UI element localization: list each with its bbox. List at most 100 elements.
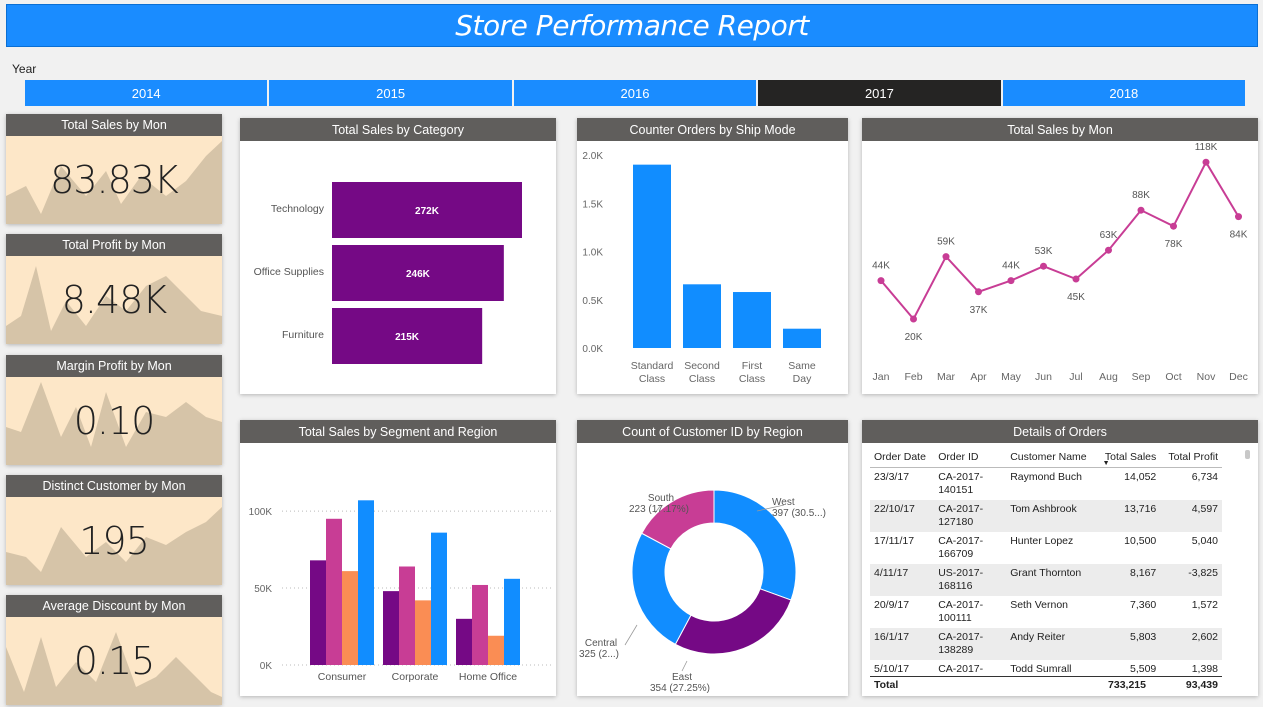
segment-region-bar: [456, 618, 472, 665]
ship-mode-bar: [733, 292, 771, 348]
point-data-label: 45K: [1067, 292, 1085, 303]
line-point: [1040, 262, 1047, 270]
table-cell: 5,040: [1191, 535, 1218, 547]
year-button-2018[interactable]: 2018: [1002, 80, 1246, 106]
column-header-total-profit[interactable]: Total Profit: [1160, 447, 1222, 468]
table-cell: Todd Sumrall: [1010, 663, 1072, 674]
table-cell: 5,803: [1096, 628, 1161, 660]
segment-region-bar: [358, 500, 374, 665]
report-title: Store Performance Report: [455, 9, 809, 42]
table-cell: 5/10/17: [874, 663, 910, 674]
kpi-card-total-profit[interactable]: Total Profit by Mon 8.48K: [6, 234, 222, 344]
table-row[interactable]: 16/1/17 CA-2017- 138289 Andy Reiter 5,803 2,6…: [870, 628, 1222, 660]
segment-region-bar: [488, 635, 504, 665]
orders-table-scroll-area[interactable]: Order Date Order ID Customer Name ▼ Total…: [870, 447, 1236, 674]
donut-label-value: 397 (30.5...): [772, 508, 826, 519]
y-tick-label: 0K: [260, 661, 273, 672]
total-label: Total: [874, 679, 899, 691]
point-data-label: 53K: [1035, 246, 1053, 257]
x-tick-label: First: [742, 360, 762, 372]
customers-by-region-chart: West397 (30.5...) East354 (27.25%) Central…: [579, 489, 826, 694]
column-header-order-date[interactable]: Order Date: [870, 447, 935, 468]
customers-by-region-visual[interactable]: Count of Customer ID by Region West 397 (…: [577, 420, 848, 696]
column-header-order-id[interactable]: Order ID: [934, 447, 1007, 468]
orders-by-ship-mode-chart: 0.0K0.5K1.0K1.5K2.0KStandardClassSecondC…: [582, 151, 821, 385]
table-cell: 7,360: [1129, 599, 1157, 611]
line-point: [975, 288, 982, 296]
orders-table-body: 23/3/17 CA-2017- 140151 Raymond Buch 14,052 6…: [870, 468, 1222, 674]
table-row[interactable]: 22/10/17 CA-2017- 127180 Tom Ashbrook 13,716…: [870, 500, 1222, 532]
column-header-customer-name[interactable]: Customer Name: [1006, 447, 1097, 468]
line-point: [1137, 206, 1145, 214]
kpi-value: 195: [79, 519, 150, 563]
sales-line: [880, 160, 1240, 321]
sales-by-category-visual[interactable]: Total Sales by Category Technology 272K Of…: [240, 118, 556, 394]
table-cell: 4,597: [1160, 500, 1222, 532]
kpi-body: 0.15: [6, 617, 222, 705]
year-button-2015[interactable]: 2015: [269, 80, 512, 106]
year-button-2014[interactable]: 2014: [25, 80, 268, 106]
sales-by-month-visual[interactable]: Total Sales by Mon 44K Jan 20K Feb 59K Mar 37K…: [862, 118, 1258, 394]
x-tick-label: Jun: [1035, 371, 1052, 383]
table-cell: 22/10/17: [870, 500, 935, 532]
table-cell: 10,500: [1124, 535, 1157, 547]
kpi-card-margin-profit[interactable]: Margin Profit by Mon 0.10: [6, 355, 222, 465]
point-data-label: 63K: [1100, 230, 1118, 241]
kpi-card-total-sales[interactable]: Total Sales by Mon 83.83K: [6, 114, 222, 224]
table-row[interactable]: 5/10/17 CA-2017-143112 Todd Sumrall 5,509 1,…: [870, 660, 1222, 674]
segment-region-bar: [472, 584, 488, 665]
table-cell: 4/11/17: [870, 564, 935, 596]
table-row[interactable]: 20/9/17 CA-2017- 100111 Seth Vernon 7,360 1,5…: [870, 596, 1222, 628]
category-label: Office Supplies: [254, 266, 324, 278]
sort-descending-icon: ▼: [1102, 460, 1110, 467]
kpi-body: 83.83K: [6, 136, 222, 224]
donut-slice: [631, 532, 692, 645]
year-slicer: 2014 2015 2016 2017 2018: [25, 80, 1246, 106]
kpi-value: 83.83K: [50, 158, 179, 202]
segment-region-bar: [415, 600, 431, 665]
kpi-card-distinct-customer[interactable]: Distinct Customer by Mon 195: [6, 475, 222, 585]
table-cell: Hunter Lopez: [1010, 535, 1074, 547]
visual-title: Total Sales by Segment and Region: [240, 420, 556, 443]
sales-by-segment-region-visual[interactable]: Total Sales by Segment and Region 0K 50K 1…: [240, 420, 556, 707]
donut-label-value: 325 (2...): [579, 649, 619, 660]
x-tick-label: Oct: [1165, 371, 1181, 383]
orders-by-ship-mode-visual[interactable]: Counter Orders by Ship Mode 0.0K 0.5K 1.0K…: [577, 118, 848, 394]
x-tick-label: May: [1001, 371, 1022, 383]
table-cell: CA-2017- 100111: [938, 599, 984, 624]
table-cell: Tom Ashbrook: [1006, 500, 1097, 532]
table-row[interactable]: 23/3/17 CA-2017- 140151 Raymond Buch 14,052 6…: [870, 468, 1222, 501]
segment-region-bar: [383, 591, 399, 665]
table-row[interactable]: 17/11/17 CA-2017- 166709 Hunter Lopez 10,500…: [870, 532, 1222, 564]
kpi-body: 195: [6, 497, 222, 585]
line-point: [1105, 246, 1112, 254]
kpi-title: Total Sales by Mon: [6, 114, 222, 136]
point-data-label: 20K: [905, 332, 923, 343]
x-tick-label: Jul: [1069, 371, 1082, 383]
kpi-title: Total Profit by Mon: [6, 234, 222, 256]
kpi-card-average-discount[interactable]: Average Discount by Mon 0.15: [6, 595, 222, 705]
kpi-value: 8.48K: [61, 278, 168, 322]
table-cell: 17/11/17: [874, 535, 915, 547]
x-tick-label: Same: [788, 360, 816, 372]
kpi-value: 0.15: [73, 639, 156, 683]
x-tick-label: Corporate: [392, 671, 439, 683]
table-cell: 6,734: [1191, 471, 1218, 483]
segment-region-bar: [342, 571, 358, 665]
y-tick-label: 50K: [254, 584, 272, 595]
table-row[interactable]: 4/11/17 US-2017- 168116 Grant Thornton 8,167…: [870, 564, 1222, 596]
donut-leader-line: [624, 624, 638, 646]
table-cell: 5,509: [1129, 663, 1157, 674]
table-cell: US-2017- 168116: [934, 564, 1007, 596]
table-scrollbar[interactable]: [1245, 450, 1250, 459]
column-header-total-sales[interactable]: ▼ Total Sales: [1096, 447, 1161, 468]
donut-label-name: East: [672, 672, 692, 683]
year-button-2016[interactable]: 2016: [513, 80, 757, 106]
y-tick-label: 1.5K: [582, 199, 603, 210]
orders-table-visual[interactable]: Details of Orders Order Date Order ID Cu…: [862, 420, 1258, 696]
line-point: [1072, 275, 1080, 283]
table-cell: Seth Vernon: [1010, 599, 1068, 611]
year-button-2017[interactable]: 2017: [758, 80, 1001, 106]
table-cell: 13,716: [1096, 500, 1161, 532]
point-data-label: 37K: [970, 305, 988, 316]
